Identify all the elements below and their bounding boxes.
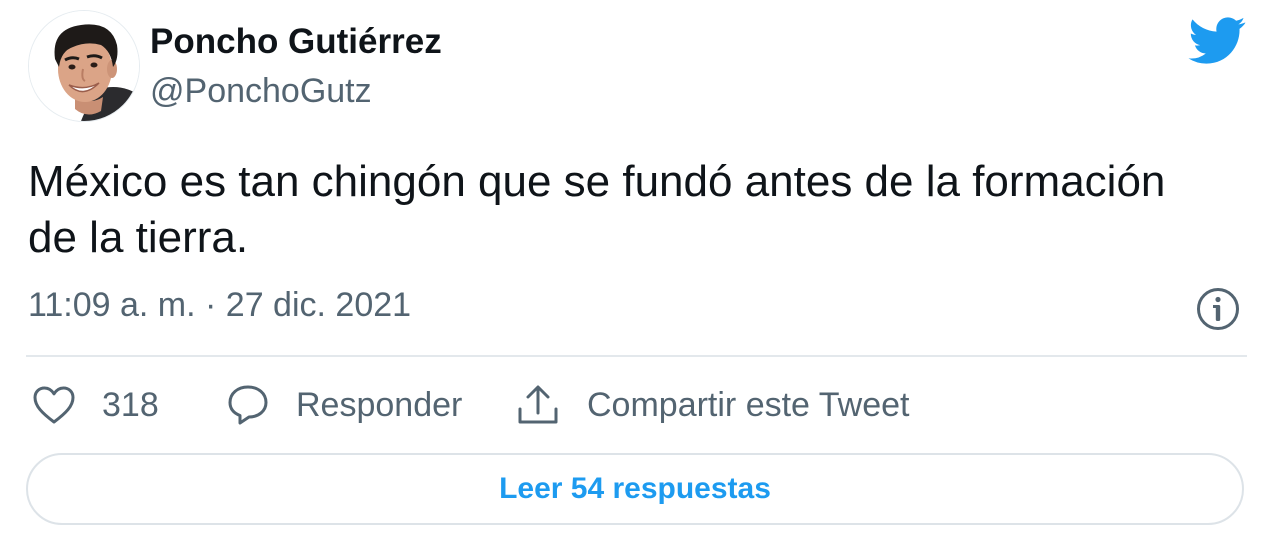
tweet-timestamp[interactable]: 11:09 a. m. · 27 dic. 2021 <box>28 286 411 325</box>
reply-bubble-icon <box>228 385 268 425</box>
tweet-card: Poncho Gutiérrez @PonchoGutz México es t… <box>0 0 1280 558</box>
info-icon[interactable] <box>1196 287 1240 331</box>
like-button[interactable]: 318 <box>32 380 159 430</box>
share-button[interactable]: Compartir este Tweet <box>515 380 910 430</box>
read-replies-button[interactable]: Leer 54 respuestas <box>26 453 1244 525</box>
twitter-bird-icon[interactable] <box>1188 16 1246 66</box>
read-replies-label: Leer 54 respuestas <box>499 472 771 505</box>
share-upload-icon <box>518 385 558 424</box>
author-handle[interactable]: @PonchoGutz <box>150 72 372 111</box>
reply-button[interactable]: Responder <box>226 380 462 430</box>
avatar-photo <box>29 11 139 121</box>
heart-icon <box>33 386 75 424</box>
reply-label: Responder <box>296 385 463 424</box>
tweet-text: México es tan chingón que se fundó antes… <box>28 157 1166 262</box>
avatar[interactable] <box>28 10 140 122</box>
author-display-name[interactable]: Poncho Gutiérrez <box>150 22 442 62</box>
like-count: 318 <box>102 385 159 424</box>
divider <box>26 355 1247 357</box>
share-label: Compartir este Tweet <box>587 385 910 424</box>
